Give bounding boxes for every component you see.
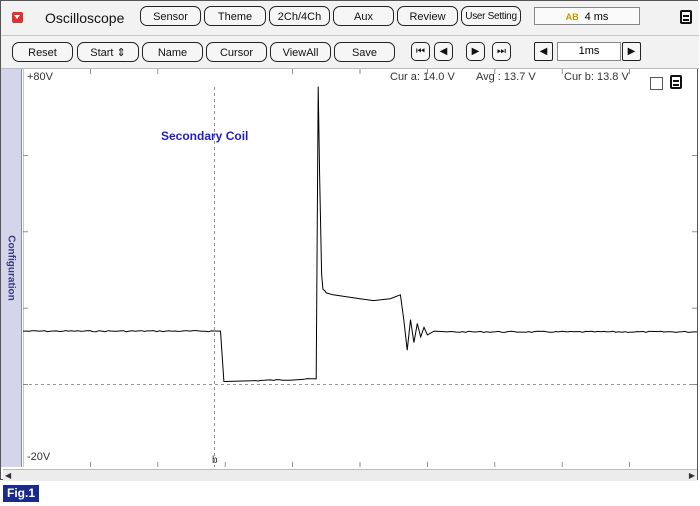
first-frame-button[interactable]: ⏮: [411, 42, 430, 61]
start-button[interactable]: Start ⇕: [77, 42, 139, 62]
horizontal-scrollbar[interactable]: ◀ ▶: [3, 469, 697, 481]
name-button[interactable]: Name: [142, 42, 203, 62]
last-frame-button[interactable]: ⏭: [492, 42, 511, 61]
secondary-coil-waveform: [23, 86, 697, 382]
start-select-arrow-icon: ⇕: [116, 47, 126, 59]
plot-grid: [23, 69, 697, 467]
configuration-label: Configuration: [5, 235, 17, 301]
prev-frame-button[interactable]: ◀: [434, 42, 453, 61]
aux-button[interactable]: Aux: [333, 6, 394, 26]
app-title: Oscilloscope: [45, 10, 125, 26]
timebase-increase-button[interactable]: ▶: [622, 42, 641, 61]
next-frame-button[interactable]: ▶: [466, 42, 485, 61]
save-button[interactable]: Save: [334, 42, 395, 62]
theme-button[interactable]: Theme: [204, 6, 266, 26]
readout-checkbox[interactable]: [650, 77, 663, 90]
reset-button[interactable]: Reset: [12, 42, 73, 62]
configuration-side-tab[interactable]: Configuration: [1, 69, 22, 467]
window-menu-icon[interactable]: [680, 10, 692, 24]
timebase-value: 1ms: [557, 42, 621, 61]
signal-trace: [23, 86, 697, 382]
time-per-div-value: 4 ms: [584, 11, 609, 23]
cursor-a-readout: Cur a: 14.0 V: [390, 71, 455, 83]
scroll-left-icon[interactable]: ◀: [5, 471, 11, 480]
main-toolbar: Oscilloscope Sensor Theme 2Ch/4Ch Aux Re…: [1, 1, 699, 36]
waveform-svg: [23, 69, 697, 467]
waveform-plot-area[interactable]: [23, 69, 697, 467]
start-label: Start: [90, 47, 114, 59]
plot-title-blank-area: [201, 69, 279, 87]
secondary-coil-annotation: Secondary Coil: [161, 129, 249, 143]
y-min-label: -20V: [27, 451, 51, 463]
dropdown-menu-icon[interactable]: [12, 12, 23, 23]
ab-icon: AB: [565, 12, 579, 22]
average-readout: Avg : 13.7 V: [476, 71, 536, 83]
oscilloscope-window: Oscilloscope Sensor Theme 2Ch/4Ch Aux Re…: [0, 0, 699, 481]
time-per-div-display: AB 4 ms: [534, 7, 640, 25]
readout-menu-icon[interactable]: [670, 75, 682, 89]
timebase-decrease-button[interactable]: ◀: [534, 42, 553, 61]
cursor-b-readout: Cur b: 13.8 V: [564, 71, 629, 83]
y-max-label: +80V: [27, 71, 53, 83]
cursor-button[interactable]: Cursor: [206, 42, 267, 62]
review-button[interactable]: Review: [397, 6, 458, 26]
channels-button[interactable]: 2Ch/4Ch: [269, 6, 330, 26]
cursor-b-label: b: [212, 455, 218, 466]
figure-label: Fig.1: [3, 485, 40, 502]
scroll-right-icon[interactable]: ▶: [689, 471, 695, 480]
sensor-button[interactable]: Sensor: [140, 6, 201, 26]
user-setting-button[interactable]: User Setting: [461, 6, 521, 26]
view-all-button[interactable]: ViewAll: [270, 42, 331, 62]
